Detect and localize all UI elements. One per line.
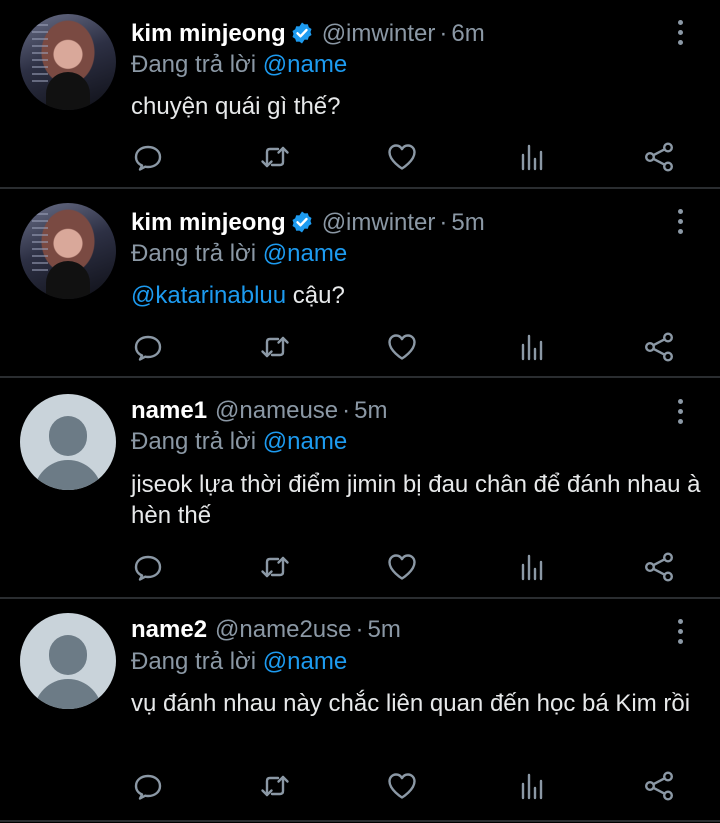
display-name[interactable]: kim minjeong	[131, 20, 286, 47]
like-icon[interactable]	[385, 550, 419, 584]
replying-to-line: Đang trả lời @name	[131, 647, 347, 677]
display-name[interactable]: name2	[131, 616, 207, 643]
display-name[interactable]: name1	[131, 397, 207, 424]
default-avatar-head	[49, 635, 87, 675]
separator: ·	[355, 616, 364, 643]
default-avatar-head	[49, 416, 87, 456]
replying-to-label: Đang trả lời	[131, 648, 257, 675]
user-handle[interactable]: @imwinter	[322, 20, 436, 47]
tweet-text: @katarinabluu cậu?	[131, 280, 701, 311]
tweet-header: kim minjeong @imwinter · 6m	[131, 19, 485, 49]
retweet-icon[interactable]	[258, 769, 292, 803]
tweet-text: vụ đánh nhau này chắc liên quan đến học …	[131, 688, 701, 719]
timestamp[interactable]: 5m	[451, 209, 484, 236]
share-icon[interactable]	[642, 140, 676, 174]
reply-icon[interactable]	[131, 140, 165, 174]
reply-feed: kim minjeong @imwinter · 6m Đang trả lời @n…	[0, 0, 720, 823]
more-options-icon[interactable]	[670, 20, 690, 46]
share-icon[interactable]	[642, 330, 676, 364]
timestamp[interactable]: 5m	[368, 616, 401, 643]
default-avatar-body	[34, 679, 102, 709]
reply-icon[interactable]	[131, 769, 165, 803]
display-name[interactable]: kim minjeong	[131, 209, 286, 236]
more-options-icon[interactable]	[670, 209, 690, 235]
replying-to-line: Đang trả lời @name	[131, 427, 347, 457]
replying-to-mention[interactable]: @name	[263, 51, 347, 78]
tweet-header: name1 @nameuse · 5m	[131, 396, 387, 426]
tweet-text: chuyện quái gì thế?	[131, 91, 701, 122]
views-icon[interactable]	[514, 330, 548, 364]
replying-to-line: Đang trả lời @name	[131, 50, 347, 80]
tweet-body: jiseok lựa thời điểm jimin bị đau chân đ…	[131, 471, 701, 529]
replying-to-label: Đang trả lời	[131, 240, 257, 267]
views-icon[interactable]	[514, 550, 548, 584]
divider	[0, 820, 720, 822]
avatar[interactable]	[20, 14, 116, 110]
replying-to-mention[interactable]: @name	[263, 428, 347, 455]
like-icon[interactable]	[385, 769, 419, 803]
replying-to-label: Đang trả lời	[131, 428, 257, 455]
tweet-text: jiseok lựa thời điểm jimin bị đau chân đ…	[131, 469, 701, 531]
separator: ·	[439, 209, 448, 236]
more-options-icon[interactable]	[670, 399, 690, 425]
avatar[interactable]	[20, 613, 116, 709]
replying-to-mention[interactable]: @name	[263, 648, 347, 675]
separator: ·	[439, 20, 448, 47]
tweet[interactable]: kim minjeong @imwinter · 5m Đang trả lời @n…	[0, 189, 720, 377]
tweet-body: vụ đánh nhau này chắc liên quan đến học …	[131, 690, 691, 717]
default-avatar-body	[34, 460, 102, 490]
tweet[interactable]: kim minjeong @imwinter · 6m Đang trả lời @n…	[0, 0, 720, 188]
like-icon[interactable]	[385, 140, 419, 174]
tweet[interactable]: name2 @name2use · 5m Đang trả lời @name vụ …	[0, 599, 720, 821]
like-icon[interactable]	[385, 330, 419, 364]
tweet-body: cậu?	[286, 282, 345, 309]
user-handle[interactable]: @name2use	[215, 616, 351, 643]
verified-badge-icon	[290, 210, 314, 242]
reply-icon[interactable]	[131, 330, 165, 364]
tweet-body: chuyện quái gì thế?	[131, 93, 341, 120]
tweet-header: name2 @name2use · 5m	[131, 615, 401, 645]
share-icon[interactable]	[642, 550, 676, 584]
verified-badge-icon	[290, 21, 314, 53]
reply-icon[interactable]	[131, 550, 165, 584]
avatar[interactable]	[20, 203, 116, 299]
replying-to-line: Đang trả lời @name	[131, 239, 347, 269]
replying-to-mention[interactable]: @name	[263, 240, 347, 267]
views-icon[interactable]	[514, 140, 548, 174]
tweet[interactable]: name1 @nameuse · 5m Đang trả lời @name jise…	[0, 378, 720, 597]
text-mention[interactable]: @katarinabluu	[131, 282, 286, 309]
share-icon[interactable]	[642, 769, 676, 803]
more-options-icon[interactable]	[670, 619, 690, 645]
user-handle[interactable]: @imwinter	[322, 209, 436, 236]
replying-to-label: Đang trả lời	[131, 51, 257, 78]
retweet-icon[interactable]	[258, 140, 292, 174]
tweet-header: kim minjeong @imwinter · 5m	[131, 208, 485, 238]
timestamp[interactable]: 6m	[451, 20, 484, 47]
user-handle[interactable]: @nameuse	[215, 397, 338, 424]
retweet-icon[interactable]	[258, 330, 292, 364]
views-icon[interactable]	[514, 769, 548, 803]
avatar[interactable]	[20, 394, 116, 490]
timestamp[interactable]: 5m	[354, 397, 387, 424]
separator: ·	[342, 397, 351, 424]
retweet-icon[interactable]	[258, 550, 292, 584]
